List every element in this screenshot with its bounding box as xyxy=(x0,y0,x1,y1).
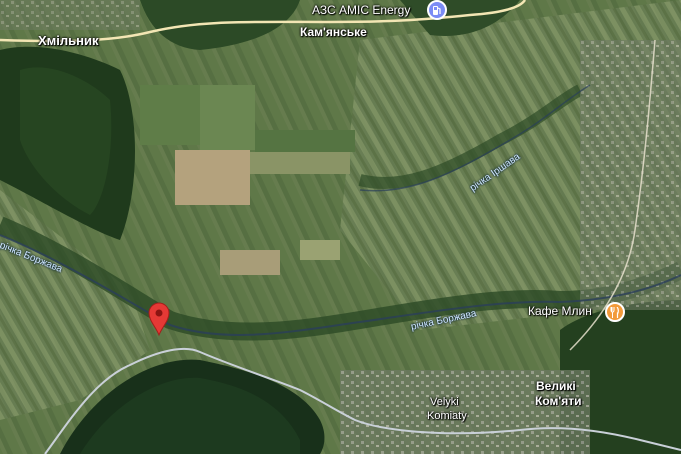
satellite-map[interactable] xyxy=(0,0,681,454)
fork-knife-icon[interactable] xyxy=(605,302,625,322)
place-label-velyki-komiaty-uk-2: Ком'яти xyxy=(535,394,582,408)
place-label-velyki-komiaty-en-1: Velyki xyxy=(430,396,459,408)
place-label-kamianske: Кам'янське xyxy=(300,25,367,39)
gas-station-icon[interactable] xyxy=(427,0,447,20)
place-label-khmilnyk: Хмільник xyxy=(38,33,99,48)
place-label-velyki-komiaty-en-2: Komiaty xyxy=(427,410,467,422)
poi-label-gas-station[interactable]: АЗС AMIC Energy xyxy=(312,3,410,17)
place-label-velyki-komiaty-uk-1: Великі xyxy=(536,379,576,393)
poi-label-cafe[interactable]: Кафе Млин xyxy=(528,304,592,318)
